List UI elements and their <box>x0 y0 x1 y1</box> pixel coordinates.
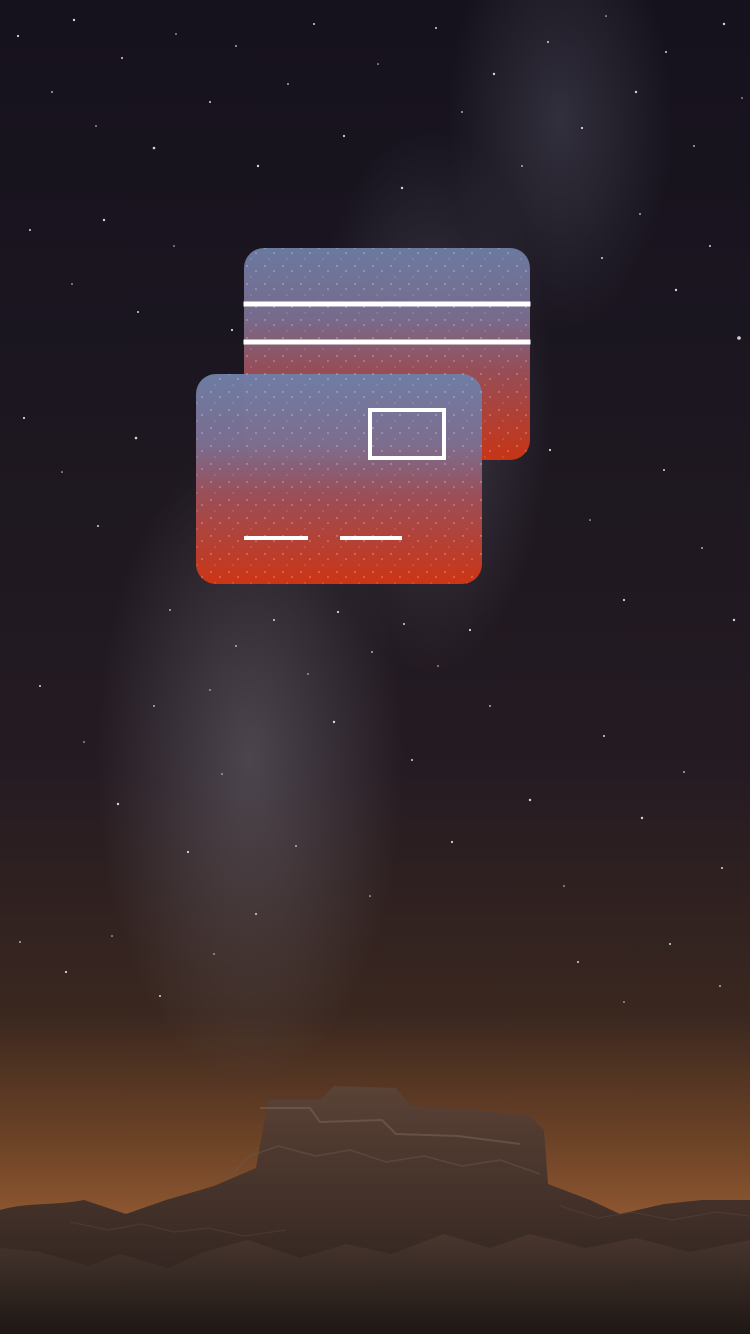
mesa-silhouette <box>0 1086 750 1334</box>
card-front <box>196 374 482 584</box>
splash-screen <box>0 0 750 1334</box>
credit-cards-icon <box>196 248 531 584</box>
